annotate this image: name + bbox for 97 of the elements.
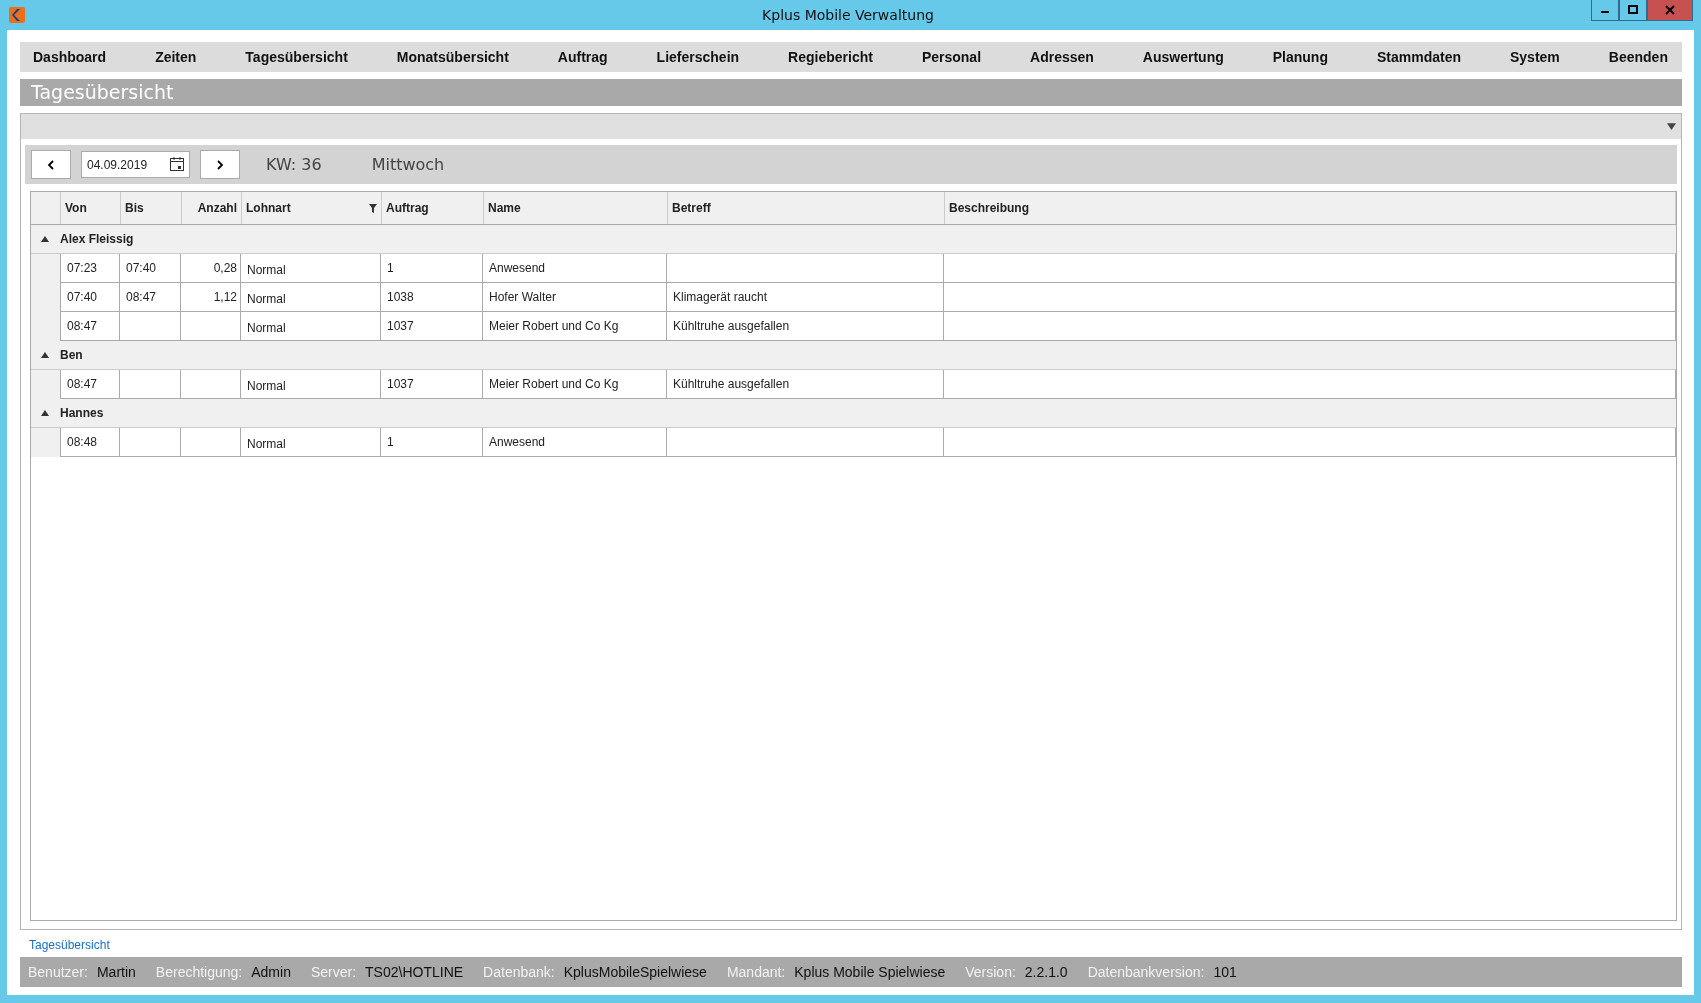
filter-icon[interactable]	[369, 203, 377, 213]
previous-day-button[interactable]	[31, 150, 71, 179]
menu-item[interactable]: Dashboard	[33, 49, 107, 65]
column-header[interactable]: Anzahl	[182, 192, 242, 224]
table-cell	[120, 312, 181, 341]
table-cell: 1037	[381, 370, 483, 399]
table-cell	[181, 370, 241, 399]
table-cell	[181, 428, 241, 457]
menu-item[interactable]: Adressen	[1030, 49, 1094, 65]
maximize-button[interactable]	[1619, 0, 1647, 21]
table-cell: Kühltruhe ausgefallen	[667, 370, 944, 399]
table-cell: 1,12	[181, 283, 241, 312]
table-cell	[120, 428, 181, 457]
table-cell: 08:47	[120, 283, 181, 312]
dropdown-arrow-icon[interactable]	[1667, 123, 1676, 130]
status-label: Berechtigung:	[155, 964, 243, 980]
column-header[interactable]: Auftrag	[382, 192, 484, 224]
menu-item[interactable]: Stammdaten	[1376, 49, 1461, 65]
menu-item[interactable]: Planung	[1272, 49, 1328, 65]
menu-item[interactable]: System	[1510, 49, 1560, 65]
status-value: 101	[1213, 964, 1237, 980]
chevron-left-icon	[47, 159, 55, 170]
close-button[interactable]	[1647, 0, 1693, 21]
status-label: Mandant:	[726, 964, 786, 980]
week-number: KW: 36	[266, 155, 322, 174]
date-field[interactable]: 04.09.2019	[81, 151, 190, 178]
table-cell: Anwesend	[483, 254, 667, 283]
column-header[interactable]: Betreff	[668, 192, 945, 224]
column-header[interactable]: Lohnart	[242, 192, 382, 224]
column-header[interactable]: Beschreibung	[945, 192, 1676, 224]
status-label: Server:	[310, 964, 357, 980]
table-cell: Normal	[241, 254, 381, 283]
table-cell: 1037	[381, 312, 483, 341]
status-value: Admin	[251, 964, 291, 980]
collapse-arrow-icon[interactable]	[41, 352, 49, 358]
status-label: Benutzer:	[28, 964, 88, 980]
app-logo-icon	[9, 7, 25, 23]
table-cell: 07:40	[120, 254, 181, 283]
status-label: Datenbankversion:	[1087, 964, 1205, 980]
group-name: Hannes	[60, 406, 104, 420]
collapse-arrow-icon[interactable]	[41, 410, 49, 416]
page-title: Tagesübersicht	[20, 79, 1682, 106]
table-cell: Normal	[241, 370, 381, 399]
table-cell: Klimagerät raucht	[667, 283, 944, 312]
breadcrumb-link[interactable]: Tagesübersicht	[29, 938, 110, 952]
menu-item[interactable]: Beenden	[1608, 49, 1668, 65]
table-cell: 08:47	[60, 370, 120, 399]
table-cell: 07:40	[60, 283, 120, 312]
column-header[interactable]: Von	[61, 192, 121, 224]
close-icon	[1665, 5, 1675, 15]
table-cell: 1	[381, 254, 483, 283]
chevron-right-icon	[216, 159, 224, 170]
menu-item[interactable]: Regiebericht	[788, 49, 873, 65]
table-cell: Meier Robert und Co Kg	[483, 312, 667, 341]
group-name: Alex Fleissig	[60, 232, 134, 246]
table-cell: Kühltruhe ausgefallen	[667, 312, 944, 341]
column-header[interactable]: Name	[484, 192, 668, 224]
window-title: Kplus Mobile Verwaltung	[762, 7, 934, 23]
table-cell: 1038	[381, 283, 483, 312]
table-cell	[120, 370, 181, 399]
table-cell: 07:23	[60, 254, 120, 283]
maximize-icon	[1628, 5, 1638, 15]
table-cell: 1	[381, 428, 483, 457]
table-cell: 08:47	[60, 312, 120, 341]
table-cell: Normal	[241, 428, 381, 457]
menu-item[interactable]: Personal	[921, 49, 982, 65]
group-row[interactable]: Alex Fleissig	[31, 225, 1676, 254]
table-cell: Normal	[241, 312, 381, 341]
calendar-icon[interactable]	[169, 156, 185, 172]
table-cell: Meier Robert und Co Kg	[483, 370, 667, 399]
next-day-button[interactable]	[200, 150, 240, 179]
menu-item[interactable]: Zeiten	[155, 49, 197, 65]
status-value: Martin	[96, 964, 136, 980]
group-row[interactable]: Hannes	[31, 399, 1676, 428]
menu-item[interactable]: Auswertung	[1142, 49, 1224, 65]
menu-item[interactable]: Auftrag	[557, 49, 608, 65]
group-name: Ben	[60, 348, 83, 362]
status-label: Datenbank:	[483, 964, 555, 980]
status-value: KplusMobileSpielwiese	[563, 964, 707, 980]
table-cell: 0,28	[181, 254, 241, 283]
minimize-button[interactable]	[1591, 0, 1619, 21]
status-label: Version:	[965, 964, 1016, 980]
column-header[interactable]: Bis	[121, 192, 182, 224]
status-value: Kplus Mobile Spielwiese	[794, 964, 946, 980]
menu-item[interactable]: Tagesübersicht	[245, 49, 348, 65]
table-cell: Anwesend	[483, 428, 667, 457]
weekday-label: Mittwoch	[371, 155, 445, 174]
table-cell: Hofer Walter	[483, 283, 667, 312]
menu-item[interactable]: Lieferschein	[656, 49, 740, 65]
table-cell	[181, 312, 241, 341]
table-cell: 08:48	[60, 428, 120, 457]
table-cell: Normal	[241, 283, 381, 312]
collapse-arrow-icon[interactable]	[41, 236, 49, 242]
status-value: 2.2.1.0	[1024, 964, 1068, 980]
group-row[interactable]: Ben	[31, 341, 1676, 370]
status-value: TS02\HOTLINE	[365, 964, 464, 980]
menu-item[interactable]: Monatsübersicht	[396, 49, 509, 65]
